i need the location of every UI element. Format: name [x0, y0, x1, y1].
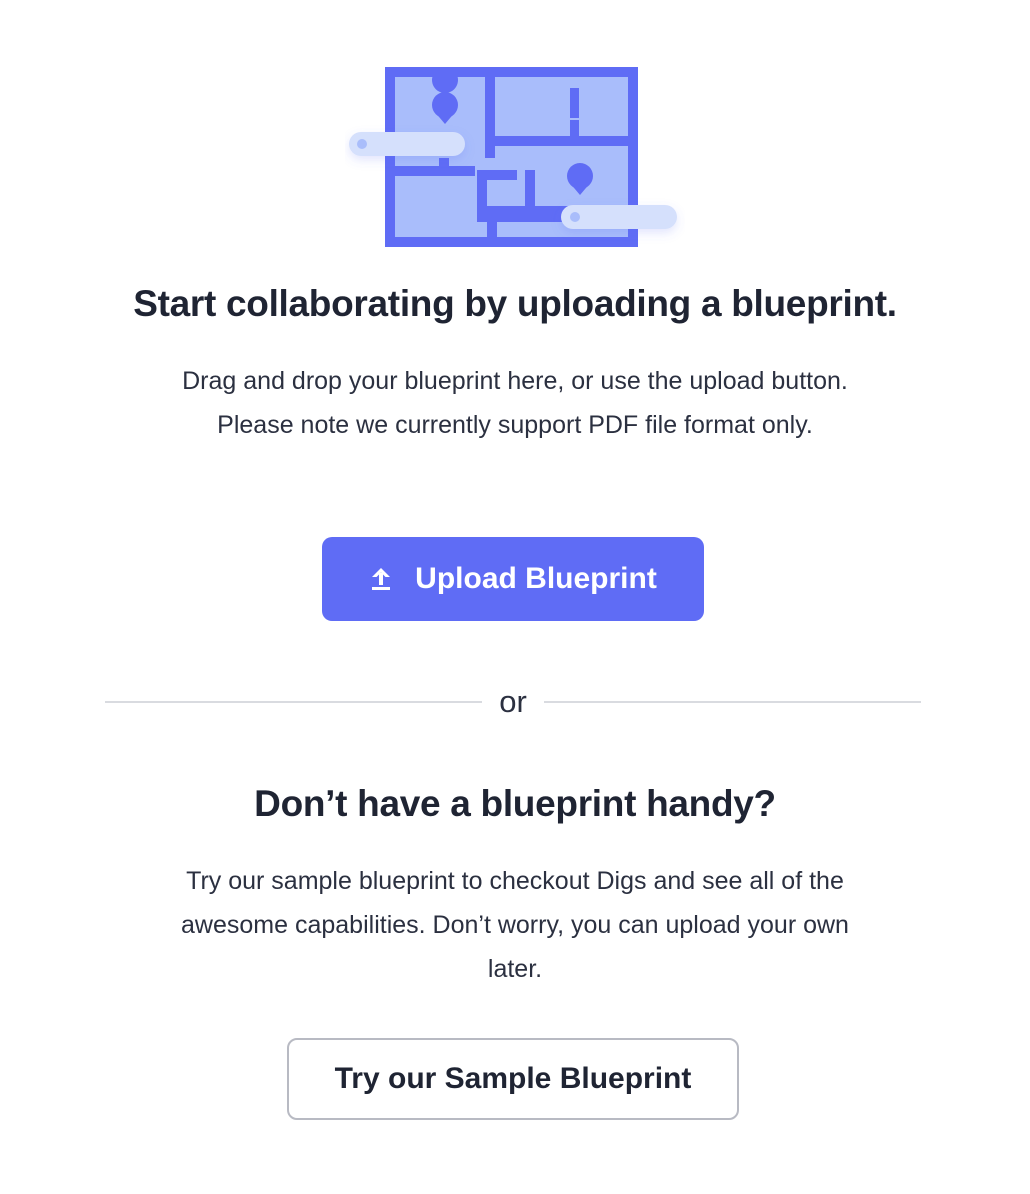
page-title: Start collaborating by uploading a bluep… — [133, 283, 897, 324]
upload-blueprint-button[interactable]: Upload Blueprint — [322, 537, 704, 621]
divider-line-right — [544, 701, 921, 703]
sample-description: Try our sample blueprint to checkout Dig… — [181, 867, 849, 983]
upload-button-label: Upload Blueprint — [415, 562, 657, 595]
floorplan-illustration — [345, 66, 685, 248]
upload-icon — [369, 565, 393, 593]
try-sample-blueprint-button[interactable]: Try our Sample Blueprint — [287, 1038, 739, 1120]
sample-section-title: Don’t have a blueprint handy? — [254, 783, 776, 824]
divider-label: or — [499, 684, 527, 719]
or-divider: or — [105, 682, 921, 722]
upload-description: Drag and drop your blueprint here, or us… — [182, 367, 848, 439]
divider-line-left — [105, 701, 482, 703]
